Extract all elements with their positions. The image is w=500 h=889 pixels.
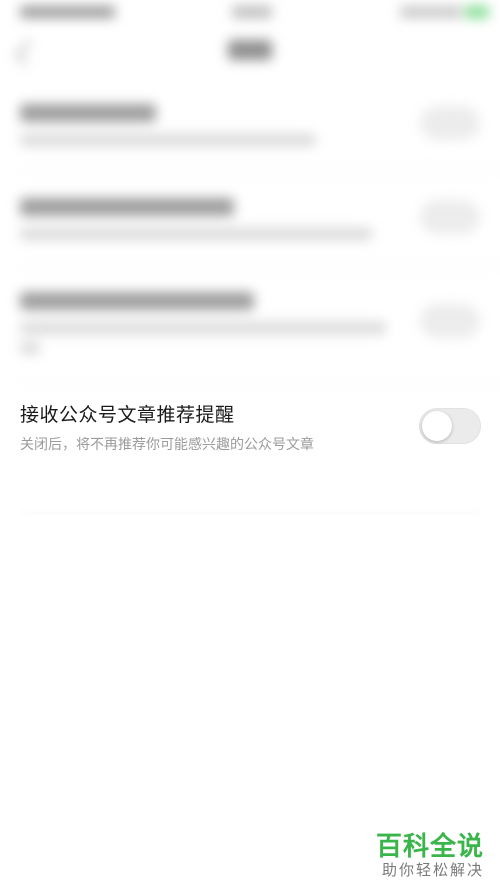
blurred-toggle bbox=[420, 200, 480, 234]
status-carrier bbox=[20, 6, 115, 18]
recommendation-toggle[interactable] bbox=[419, 408, 481, 444]
blurred-row-title bbox=[20, 198, 234, 216]
setting-description: 关闭后，将不再推荐你可能感兴趣的公众号文章 bbox=[20, 437, 314, 453]
back-arrow-icon[interactable] bbox=[14, 39, 41, 66]
setting-row-article-recommendation: 接收公众号文章推荐提醒 关闭后，将不再推荐你可能感兴趣的公众号文章 bbox=[0, 392, 500, 464]
battery-icon bbox=[465, 6, 489, 18]
watermark: 百科全说 助你轻松解决 bbox=[372, 826, 490, 882]
divider bbox=[20, 266, 500, 267]
toggle-knob bbox=[422, 411, 452, 441]
divider bbox=[20, 512, 480, 513]
blurred-row-subtitle bbox=[20, 228, 372, 240]
divider bbox=[20, 382, 500, 383]
watermark-subtitle: 助你轻松解决 bbox=[382, 861, 485, 879]
blurred-row-subtitle bbox=[20, 342, 40, 354]
nav-title bbox=[228, 40, 272, 60]
blurred-row-subtitle bbox=[20, 322, 386, 334]
setting-title: 接收公众号文章推荐提醒 bbox=[20, 404, 235, 426]
blurred-row-title bbox=[20, 104, 156, 122]
status-time bbox=[232, 6, 272, 18]
blurred-toggle bbox=[420, 106, 480, 140]
divider bbox=[20, 170, 500, 171]
blurred-row-title bbox=[20, 292, 254, 310]
status-signal-icon bbox=[400, 6, 462, 18]
blurred-row-subtitle bbox=[20, 134, 316, 146]
blurred-toggle bbox=[420, 304, 480, 338]
status-bar bbox=[0, 0, 500, 28]
watermark-title: 百科全说 bbox=[376, 832, 485, 862]
